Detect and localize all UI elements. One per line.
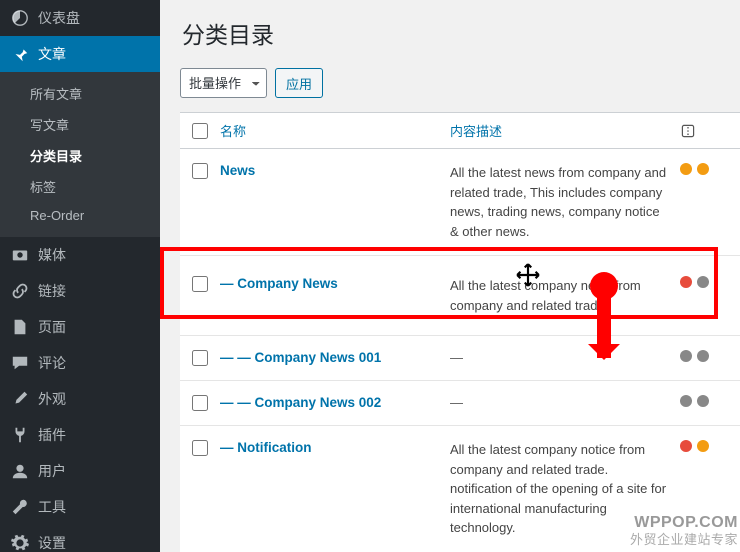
menu-comments[interactable]: 评论 — [0, 345, 160, 381]
submenu-tags[interactable]: 标签 — [0, 171, 160, 202]
menu-dashboard-label: 仪表盘 — [38, 8, 80, 28]
menu-tools-label: 工具 — [38, 497, 66, 517]
col-indicator-header — [680, 123, 740, 139]
watermark-brand: WPPOP.COM — [634, 514, 738, 531]
category-desc: — — [450, 350, 463, 365]
menu-links[interactable]: 链接 — [0, 273, 160, 309]
menu-users-label: 用户 — [38, 461, 66, 481]
col-name-header[interactable]: 名称 — [220, 124, 246, 139]
menu-comments-label: 评论 — [38, 353, 66, 373]
submenu-categories[interactable]: 分类目录 — [0, 140, 160, 171]
menu-users[interactable]: 用户 — [0, 453, 160, 489]
menu-tools[interactable]: 工具 — [0, 489, 160, 525]
annotation-move-cursor-icon — [515, 262, 541, 288]
table-row[interactable]: — Company News All the latest company ne… — [180, 256, 740, 336]
category-link[interactable]: — Company News — [220, 276, 338, 291]
row-checkbox[interactable] — [192, 350, 208, 366]
row-checkbox[interactable] — [192, 276, 208, 292]
menu-dashboard[interactable]: 仪表盘 — [0, 0, 160, 36]
submenu-new-post[interactable]: 写文章 — [0, 109, 160, 140]
tablenav: 批量操作 应用 — [180, 68, 740, 98]
status-dots — [680, 395, 709, 407]
status-dots — [680, 163, 709, 175]
menu-settings-label: 设置 — [38, 533, 66, 552]
submenu-reorder[interactable]: Re-Order — [0, 202, 160, 229]
brush-icon — [10, 389, 30, 409]
menu-pages-label: 页面 — [38, 317, 66, 337]
status-dots — [680, 276, 709, 288]
bulk-action-select[interactable]: 批量操作 — [180, 68, 267, 98]
content-area: 分类目录 批量操作 应用 名称 内容描述 News All the latest… — [160, 0, 740, 552]
page-icon — [10, 317, 30, 337]
category-desc: All the latest news from company and rel… — [450, 165, 666, 239]
user-icon — [10, 461, 30, 481]
gear-icon — [10, 533, 30, 552]
row-checkbox[interactable] — [192, 163, 208, 179]
categories-table: 名称 内容描述 News All the latest news from co… — [180, 112, 740, 552]
dashboard-icon — [10, 8, 30, 28]
posts-submenu: 所有文章 写文章 分类目录 标签 Re-Order — [0, 72, 160, 237]
menu-media[interactable]: 媒体 — [0, 237, 160, 273]
camera-icon — [10, 245, 30, 265]
watermark: WPPOP.COM 外贸企业建站专家 — [630, 513, 738, 548]
pin-icon — [10, 44, 30, 64]
wrench-icon — [10, 497, 30, 517]
category-link[interactable]: — — Company News 001 — [220, 350, 381, 365]
menu-media-label: 媒体 — [38, 245, 66, 265]
status-dots — [680, 350, 709, 362]
table-row[interactable]: News All the latest news from company an… — [180, 149, 740, 256]
menu-appearance-label: 外观 — [38, 389, 66, 409]
row-checkbox[interactable] — [192, 395, 208, 411]
category-link[interactable]: — Notification — [220, 440, 312, 455]
comment-icon — [10, 353, 30, 373]
table-header: 名称 内容描述 — [180, 113, 740, 149]
category-link[interactable]: News — [220, 163, 255, 178]
watermark-tag: 外贸企业建站专家 — [630, 532, 738, 547]
row-checkbox[interactable] — [192, 440, 208, 456]
plug-icon — [10, 425, 30, 445]
category-link[interactable]: — — Company News 002 — [220, 395, 381, 410]
category-desc: — — [450, 395, 463, 410]
admin-sidebar: 仪表盘 文章 所有文章 写文章 分类目录 标签 Re-Order 媒体 链接 页… — [0, 0, 160, 552]
apply-button[interactable]: 应用 — [275, 68, 323, 98]
menu-settings[interactable]: 设置 — [0, 525, 160, 552]
menu-posts-label: 文章 — [38, 44, 66, 64]
table-row[interactable]: — — Company News 002 — — [180, 381, 740, 426]
menu-posts[interactable]: 文章 — [0, 36, 160, 72]
col-desc-header[interactable]: 内容描述 — [450, 124, 502, 139]
annotation-arrow-down — [597, 286, 611, 358]
menu-plugins-label: 插件 — [38, 425, 66, 445]
menu-appearance[interactable]: 外观 — [0, 381, 160, 417]
select-all-checkbox[interactable] — [192, 123, 208, 139]
link-icon — [10, 281, 30, 301]
status-dots — [680, 440, 709, 452]
page-title: 分类目录 — [182, 16, 740, 50]
submenu-all-posts[interactable]: 所有文章 — [0, 78, 160, 109]
menu-pages[interactable]: 页面 — [0, 309, 160, 345]
menu-links-label: 链接 — [38, 281, 66, 301]
table-row[interactable]: — — Company News 001 — — [180, 336, 740, 381]
menu-plugins[interactable]: 插件 — [0, 417, 160, 453]
